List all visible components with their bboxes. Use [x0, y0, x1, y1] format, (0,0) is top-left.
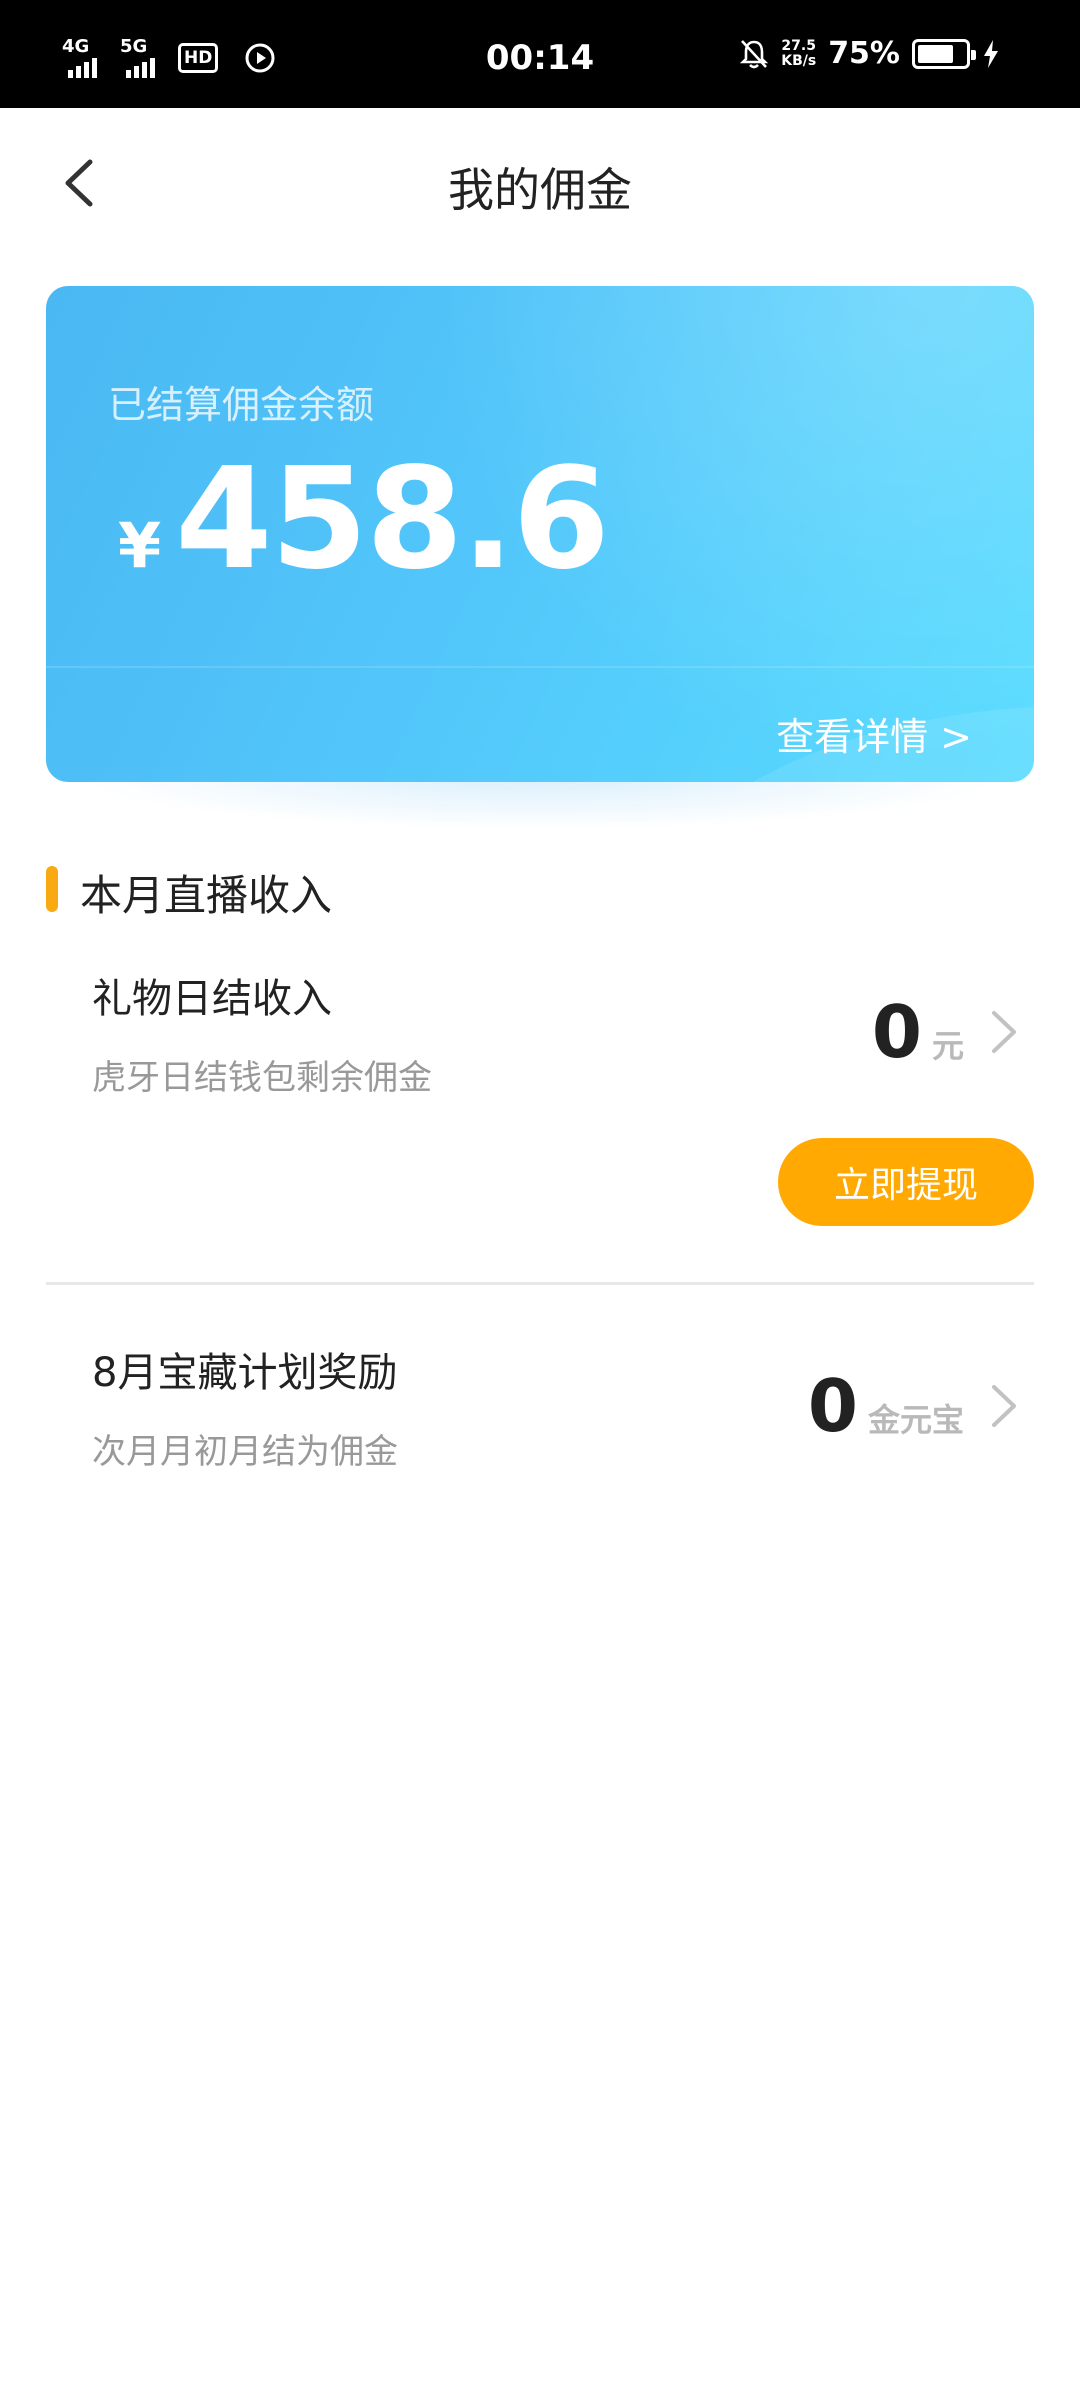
row-title: 礼物日结收入 [92, 976, 332, 1022]
card-divider [46, 666, 1034, 668]
battery-percent: 75% [828, 36, 900, 71]
divider [46, 1282, 1034, 1285]
net-speed: 27.5 KB/s [781, 37, 817, 69]
row-amount: 0 [807, 1364, 858, 1448]
net-speed-value: 27.5 [781, 37, 816, 54]
balance-value: 458.6 [175, 438, 610, 601]
row-title: 8月宝藏计划奖励 [92, 1350, 398, 1396]
battery-fill [918, 44, 953, 63]
net-speed-unit: KB/s [781, 52, 817, 69]
view-details-link[interactable]: 查看详情 > [776, 706, 972, 761]
status-bar: 4G 5G HD 00:14 27.5 KB/s 75% [0, 0, 1080, 108]
section-accent-bar [46, 866, 58, 912]
row-unit: 金元宝 [867, 1401, 964, 1439]
battery-icon [912, 38, 976, 69]
row-amount: 0 [871, 990, 922, 1074]
currency-symbol: ¥ [118, 509, 162, 582]
section-title: 本月直播收入 [80, 871, 333, 920]
chevron-right-icon [992, 1385, 1016, 1427]
row-value: 0 元 [872, 996, 1020, 1068]
commission-page: 4G 5G HD 00:14 27.5 KB/s 75% 我的佣金 已结算佣金余… [0, 0, 1080, 2400]
row-subtitle: 虎牙日结钱包剩余佣金 [92, 1058, 432, 1098]
row-subtitle: 次月月初月结为佣金 [92, 1432, 398, 1472]
chevron-right-icon [992, 1011, 1016, 1053]
balance-card: 已结算佣金余额 ¥ 458.6 查看详情 > [46, 286, 1034, 782]
row-unit: 元 [931, 1027, 964, 1065]
nav-header: 我的佣金 [0, 108, 1080, 258]
withdraw-button[interactable]: 立即提现 [778, 1138, 1034, 1226]
balance-label: 已结算佣金余额 [108, 383, 375, 427]
status-right: 27.5 KB/s 75% [739, 36, 1000, 71]
page-title: 我的佣金 [448, 163, 632, 217]
alarm-off-icon [740, 39, 769, 68]
row-value: 0 金元宝 [808, 1370, 1020, 1442]
charging-icon [984, 39, 998, 68]
balance-amount: ¥ 458.6 [118, 436, 610, 604]
